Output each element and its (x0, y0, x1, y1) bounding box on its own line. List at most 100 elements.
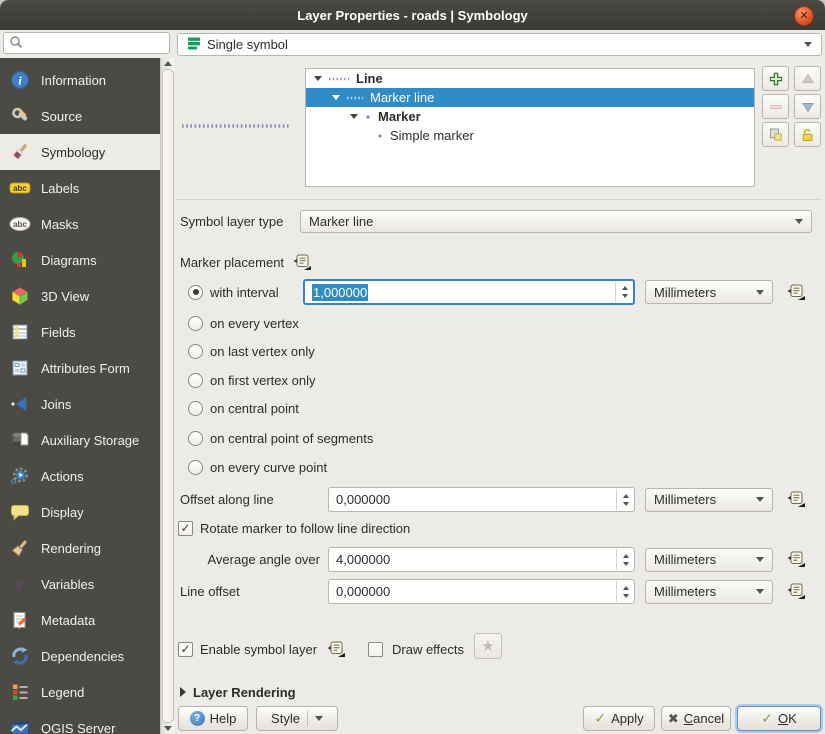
sidebar-item-attributes-form[interactable]: Attributes Form (0, 350, 160, 386)
sidebar-item-actions[interactable]: Actions (0, 458, 160, 494)
help-button[interactable]: ? Help (178, 706, 248, 731)
radio-icon[interactable] (188, 431, 203, 446)
sidebar-item-source[interactable]: Source (0, 98, 160, 134)
sidebar-scrollbar[interactable] (160, 58, 174, 734)
tree-row-simple-marker[interactable]: Simple marker (306, 126, 754, 145)
sidebar-item-3d-view[interactable]: 3D View (0, 278, 160, 314)
style-button[interactable]: Style (256, 706, 338, 731)
rotate-marker-checkbox[interactable] (178, 521, 193, 536)
tree-item-label: Marker line (370, 90, 434, 105)
on-central-point-of-segments-radio-row[interactable]: on central point of segments (188, 430, 373, 446)
sidebar-item-auxiliary-storage[interactable]: Auxiliary Storage (0, 422, 160, 458)
spinner-arrows[interactable] (615, 282, 633, 302)
data-defined-override-icon[interactable] (786, 551, 806, 568)
on-last-vertex-only-radio-row[interactable]: on last vertex only (188, 343, 315, 359)
sidebar-item-metadata[interactable]: Metadata (0, 602, 160, 638)
sidebar-item-symbology[interactable]: Symbology (0, 134, 160, 170)
expand-caret-icon[interactable] (350, 114, 358, 119)
sidebar-item-rendering[interactable]: Rendering (0, 530, 160, 566)
rotate-marker-row[interactable]: Rotate marker to follow line direction (178, 520, 410, 536)
expand-caret-icon[interactable] (314, 76, 322, 81)
move-down-button[interactable] (794, 94, 821, 119)
scrollbar-thumb[interactable] (162, 69, 174, 723)
spinner-arrows[interactable] (616, 489, 634, 510)
line-offset-unit-select[interactable]: Millimeters (645, 580, 773, 604)
draw-effects-checkbox[interactable] (368, 642, 383, 657)
radio-icon[interactable] (188, 460, 203, 475)
scroll-up-icon[interactable] (164, 61, 172, 66)
masks-icon: abc (9, 214, 31, 234)
sidebar-item-display[interactable]: Display (0, 494, 160, 530)
svg-text:ε: ε (17, 575, 24, 594)
sidebar-item-variables[interactable]: ε Variables (0, 566, 160, 602)
enable-symbol-layer-checkbox[interactable] (178, 642, 193, 657)
expand-caret-icon[interactable] (332, 95, 340, 100)
layer-properties-dialog: Layer Properties - roads | Symbology ✕ S… (0, 0, 825, 734)
search-box[interactable] (3, 32, 170, 54)
display-icon (9, 502, 31, 522)
tree-item-label: Simple marker (390, 128, 474, 143)
plus-icon (768, 71, 784, 87)
radio-icon[interactable] (188, 344, 203, 359)
chevron-down-icon (756, 589, 764, 594)
sidebar-item-labels[interactable]: abc Labels (0, 170, 160, 206)
symbology-icon (9, 142, 31, 162)
sidebar-item-joins[interactable]: Joins (0, 386, 160, 422)
close-icon[interactable]: ✕ (794, 6, 814, 26)
data-defined-override-icon[interactable] (786, 491, 806, 508)
renderer-select[interactable]: Single symbol (177, 33, 822, 56)
average-angle-unit-select[interactable]: Millimeters (645, 548, 773, 572)
data-defined-override-icon[interactable] (292, 254, 312, 271)
move-up-button[interactable] (794, 66, 821, 91)
with-interval-radio[interactable] (188, 285, 203, 300)
on-central-point-radio-row[interactable]: on central point (188, 400, 299, 416)
interval-unit-select[interactable]: Millimeters (645, 280, 773, 304)
radio-icon[interactable] (188, 373, 203, 388)
symbol-preview (180, 120, 292, 132)
radio-icon[interactable] (188, 401, 203, 416)
remove-symbol-layer-button[interactable] (762, 94, 789, 119)
ok-button[interactable]: ✓ OK (737, 706, 821, 731)
variables-icon: ε (9, 574, 31, 594)
sidebar-item-legend[interactable]: Legend (0, 674, 160, 710)
line-offset-input[interactable]: 0,000000 (328, 579, 635, 604)
auxiliary-storage-icon (9, 430, 31, 450)
on-every-vertex-radio-row[interactable]: on every vertex (188, 315, 299, 331)
data-defined-override-icon[interactable] (326, 641, 346, 658)
cancel-button[interactable]: ✖ Cancel (661, 706, 731, 731)
interval-input[interactable]: 1,000000 (303, 279, 635, 305)
tree-row-marker-line[interactable]: Marker line (306, 88, 754, 107)
offset-unit-select[interactable]: Millimeters (645, 488, 773, 512)
data-defined-override-icon[interactable] (786, 284, 806, 301)
radio-icon[interactable] (188, 316, 203, 331)
on-every-curve-point-radio-row[interactable]: on every curve point (188, 459, 327, 475)
tree-row-line[interactable]: Line (306, 69, 754, 88)
offset-along-line-input[interactable]: 0,000000 (328, 487, 635, 512)
marker-dot-icon (364, 113, 372, 121)
sidebar-item-diagrams[interactable]: Diagrams (0, 242, 160, 278)
layer-rendering-expander[interactable]: Layer Rendering (180, 684, 296, 700)
spinner-arrows[interactable] (616, 581, 634, 602)
scroll-down-icon[interactable] (164, 726, 172, 731)
average-angle-label: Average angle over (180, 552, 320, 567)
duplicate-symbol-layer-button[interactable] (762, 122, 789, 147)
minus-icon (768, 99, 784, 115)
add-symbol-layer-button[interactable] (762, 66, 789, 91)
on-first-vertex-only-radio-row[interactable]: on first vertex only (188, 372, 316, 388)
3d-view-icon (9, 286, 31, 306)
sidebar-item-information[interactable]: i Information (0, 62, 160, 98)
spinner-arrows[interactable] (616, 549, 634, 570)
apply-button[interactable]: ✓ Apply (583, 706, 655, 731)
actions-icon (9, 466, 31, 486)
data-defined-override-icon[interactable] (786, 583, 806, 600)
average-angle-input[interactable]: 4,000000 (328, 547, 635, 572)
tree-row-marker[interactable]: Marker (306, 107, 754, 126)
sidebar-item-fields[interactable]: Fields (0, 314, 160, 350)
search-input[interactable] (23, 34, 169, 52)
symbol-layer-type-select[interactable]: Marker line (300, 210, 812, 233)
sidebar-item-qgis-server[interactable]: QGIS Server (0, 710, 160, 734)
sidebar-item-masks[interactable]: abc Masks (0, 206, 160, 242)
effects-options-button[interactable]: ★ (474, 633, 502, 659)
sidebar-item-dependencies[interactable]: Dependencies (0, 638, 160, 674)
lock-color-button[interactable] (794, 122, 821, 147)
